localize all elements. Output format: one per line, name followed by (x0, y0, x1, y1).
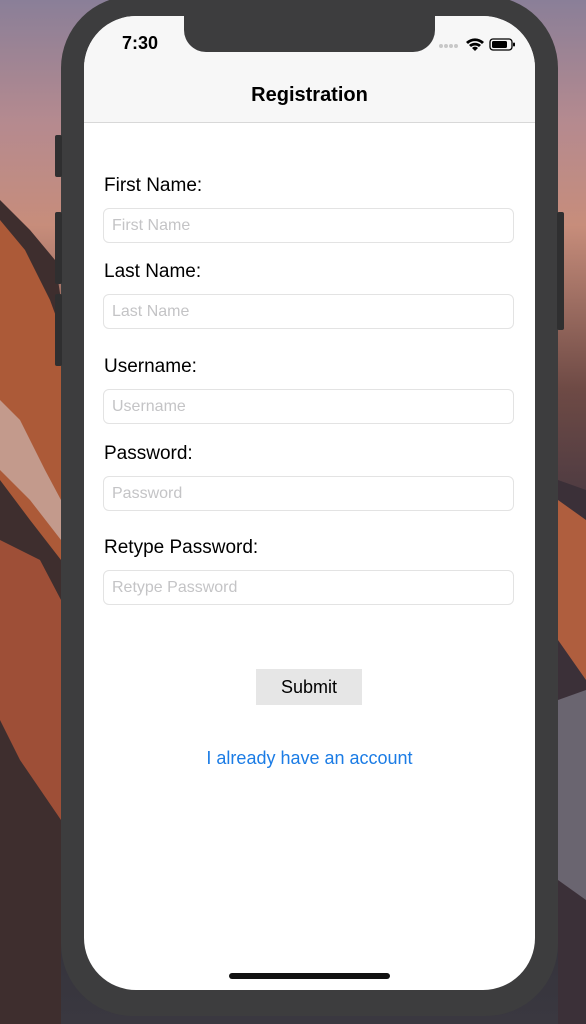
submit-button[interactable]: Submit (256, 669, 362, 705)
retype-password-label: Retype Password: (104, 537, 259, 558)
username-field[interactable] (103, 389, 514, 424)
first-name-field[interactable] (103, 208, 514, 243)
status-time: 7:30 (122, 33, 159, 53)
signal-dots-icon (439, 44, 458, 48)
page-title: Registration (251, 84, 368, 106)
battery-icon (489, 38, 515, 51)
wifi-icon (466, 38, 484, 51)
device-notch (184, 16, 435, 52)
home-indicator (229, 973, 390, 979)
retype-password-field[interactable] (103, 570, 514, 605)
volume-down-button (55, 294, 62, 366)
password-label: Password: (104, 443, 193, 464)
last-name-field[interactable] (103, 294, 514, 329)
password-field[interactable] (103, 476, 514, 511)
mute-switch (55, 135, 62, 177)
already-have-account-link[interactable]: I already have an account (84, 748, 535, 769)
username-label: Username: (104, 356, 197, 377)
first-name-label: First Name: (104, 175, 203, 196)
app-screen: Registration 7:30 First Name: Last Name:… (84, 16, 535, 990)
volume-up-button (55, 212, 62, 284)
last-name-label: Last Name: (104, 261, 202, 282)
power-button (557, 212, 564, 330)
status-icons (439, 38, 515, 51)
